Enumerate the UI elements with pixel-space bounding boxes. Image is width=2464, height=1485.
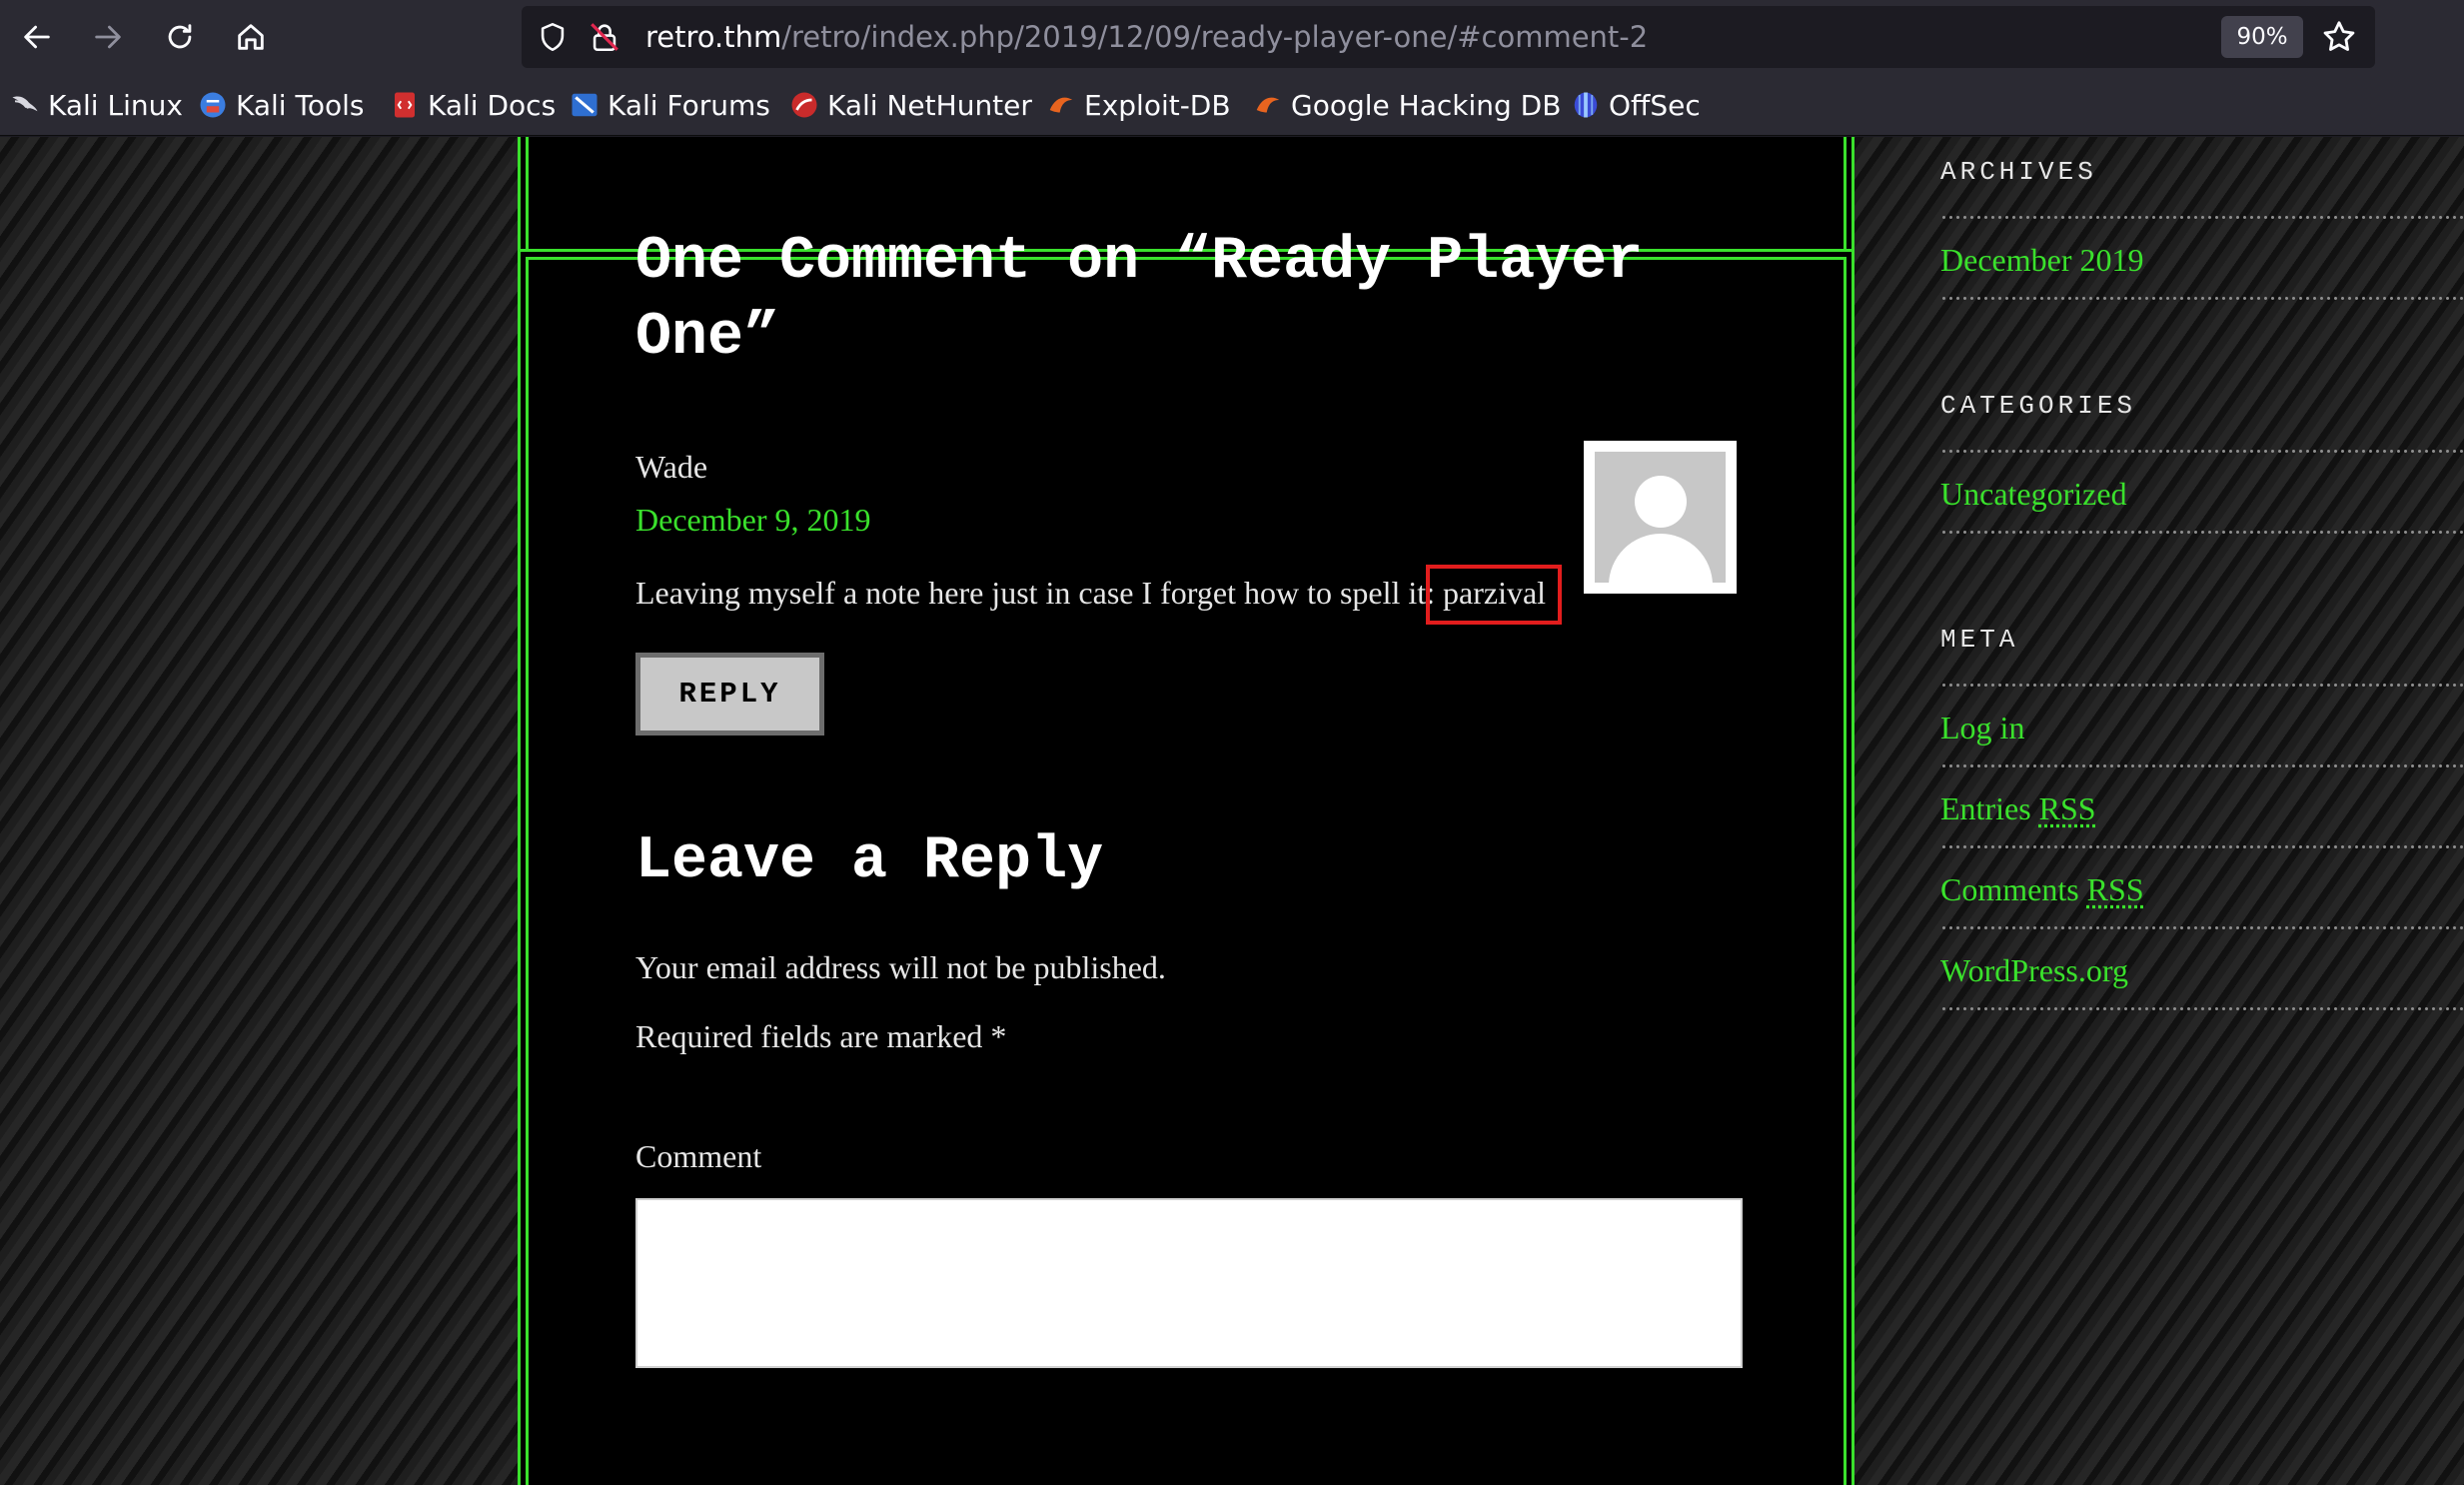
bookmark-kali-linux[interactable]: Kali Linux	[10, 86, 183, 124]
link-text: Entries	[1940, 790, 2031, 826]
zoom-level-badge[interactable]: 90%	[2221, 16, 2303, 58]
meta-link-comments-rss[interactable]: Comments RSS	[1940, 871, 2144, 908]
divider	[1940, 763, 2464, 768]
url-host: retro.thm	[645, 20, 782, 54]
kali-nethunter-icon	[791, 92, 817, 118]
archives-widget-title: ARCHIVES	[1940, 157, 2097, 187]
offsec-icon	[1574, 92, 1598, 118]
back-button[interactable]	[12, 12, 62, 62]
comment-date-link[interactable]: December 9, 2019	[635, 502, 870, 539]
kali-tools-icon	[200, 92, 226, 118]
bookmark-star-icon[interactable]	[2320, 18, 2358, 56]
divider	[1940, 844, 2464, 849]
meta-link-entries-rss[interactable]: Entries RSS	[1940, 790, 2096, 827]
kali-forums-icon	[572, 93, 598, 117]
required-fields-note: Required fields are marked *	[635, 1018, 1007, 1054]
url-text[interactable]: retro.thm/retro/index.php/2019/12/09/rea…	[645, 20, 1648, 54]
reload-icon	[168, 24, 192, 49]
insecure-lock-icon[interactable]	[588, 20, 621, 54]
meta-widget-title: META	[1940, 625, 2019, 655]
divider	[1940, 1006, 2464, 1011]
meta-link-wordpress-org[interactable]: WordPress.org	[1940, 952, 2128, 989]
archive-link-december-2019[interactable]: December 2019	[1940, 242, 2143, 279]
category-link-uncategorized[interactable]: Uncategorized	[1940, 476, 2127, 513]
bookmarks-bar: Kali Linux Kali Tools Kali Docs Kali For…	[0, 74, 2464, 136]
comment-text: Leaving myself a note here just in case …	[635, 575, 1436, 611]
kali-docs-icon	[395, 92, 415, 118]
comments-title: One Comment on “Ready Player One”	[635, 228, 1644, 372]
bookmark-label: Kali Forums	[608, 88, 770, 122]
bookmark-label: Kali Linux	[48, 88, 183, 122]
bookmark-label: Kali Tools	[236, 88, 365, 122]
bookmark-kali-nethunter[interactable]: Kali NetHunter	[789, 86, 1032, 124]
bookmark-label: Exploit-DB	[1084, 88, 1231, 122]
bookmark-kali-tools[interactable]: Kali Tools	[198, 86, 364, 124]
bookmark-label: OffSec	[1609, 88, 1701, 122]
avatar	[1584, 441, 1737, 594]
reload-button[interactable]	[155, 12, 205, 62]
bookmark-label: Kali Docs	[428, 88, 557, 122]
reply-section-title: Leave a Reply	[635, 827, 1104, 895]
kali-dragon-icon	[12, 96, 38, 112]
url-path: /retro/index.php/2019/12/09/ready-player…	[781, 20, 1649, 54]
home-button[interactable]	[226, 12, 276, 62]
arrow-left-icon	[24, 25, 50, 49]
rss-abbr: RSS	[2086, 871, 2144, 907]
meta-link-log-in[interactable]: Log in	[1940, 710, 2024, 746]
arrow-right-icon	[95, 25, 121, 49]
comment-author: Wade	[635, 449, 708, 485]
highlighted-word: parzival	[1443, 575, 1547, 611]
reply-button[interactable]: REPLY	[635, 653, 824, 736]
link-text: Comments	[1940, 871, 2079, 907]
bookmark-offsec[interactable]: OffSec	[1571, 86, 1701, 124]
home-icon	[238, 24, 264, 50]
shield-icon[interactable]	[536, 20, 570, 54]
divider	[1940, 925, 2464, 930]
comment-field-label: Comment	[635, 1138, 762, 1174]
bookmark-exploit-db[interactable]: Exploit-DB	[1046, 86, 1231, 124]
comment-textarea[interactable]	[635, 1198, 1743, 1368]
ghdb-icon	[1256, 97, 1280, 113]
bookmark-kali-docs[interactable]: Kali Docs	[390, 86, 556, 124]
divider	[1940, 683, 2464, 688]
bookmark-kali-forums[interactable]: Kali Forums	[570, 86, 770, 124]
bookmark-label: Google Hacking DB	[1291, 88, 1562, 122]
categories-widget-title: CATEGORIES	[1940, 391, 2137, 421]
browser-toolbar: retro.thm/retro/index.php/2019/12/09/rea…	[0, 0, 2464, 74]
forward-button[interactable]	[83, 12, 133, 62]
exploit-db-icon	[1049, 97, 1073, 113]
divider	[1940, 215, 2464, 220]
divider	[1940, 449, 2464, 454]
rss-abbr: RSS	[2038, 790, 2096, 826]
email-privacy-note: Your email address will not be published…	[635, 949, 1166, 985]
divider	[1940, 530, 2464, 535]
bookmark-label: Kali NetHunter	[827, 88, 1032, 122]
divider	[1940, 296, 2464, 301]
address-bar[interactable]: retro.thm/retro/index.php/2019/12/09/rea…	[522, 6, 2375, 68]
default-avatar-icon	[1595, 452, 1726, 583]
bookmark-google-hacking-db[interactable]: Google Hacking DB	[1253, 86, 1561, 124]
